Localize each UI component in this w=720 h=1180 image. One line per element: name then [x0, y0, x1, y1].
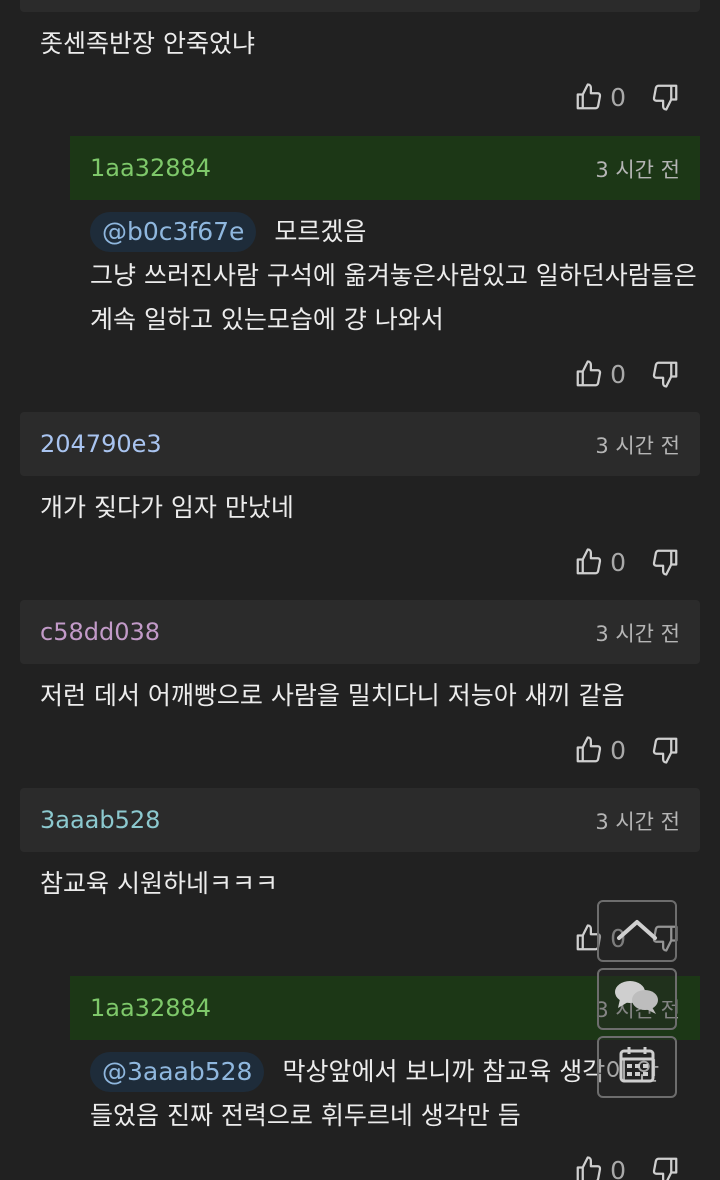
timestamp: 3 시간 전 [595, 810, 680, 834]
author-name[interactable]: 1aa32884 [90, 154, 211, 182]
comment-text-rest: 그냥 쓰러진사람 구석에 옮겨놓은사람있고 일하던사람들은 계속 일하고 있는모… [90, 261, 697, 334]
comment-text: @b0c3f67e 모르겠음 그냥 쓰러진사람 구석에 옮겨놓은사람있고 일하던사… [90, 210, 700, 342]
thumbs-up-icon[interactable] [574, 1155, 604, 1180]
vote-bar: 0 [574, 542, 680, 582]
vote-bar: 0 [574, 1150, 680, 1180]
calendar-button[interactable] [597, 1036, 677, 1098]
comment-text-rest: 들었음 진짜 전력으로 휘두르네 생각만 듬 [90, 1101, 521, 1130]
author-name[interactable]: 204790e3 [40, 430, 162, 458]
comments-button[interactable] [597, 968, 677, 1030]
like-count: 0 [610, 359, 626, 389]
thumbs-up-icon[interactable] [574, 547, 604, 577]
comment-text: 개가 짖다가 임자 만났네 [40, 493, 294, 522]
thumbs-down-icon[interactable] [650, 82, 680, 112]
thumbs-up-icon[interactable] [574, 735, 604, 765]
comment-header: c58dd038 3 시간 전 [20, 600, 700, 664]
timestamp: 3 시간 전 [595, 158, 680, 182]
author-name[interactable]: 3aaab528 [40, 806, 160, 834]
like-count: 0 [610, 82, 626, 112]
thumbs-down-icon[interactable] [650, 359, 680, 389]
comment-header: 204790e3 3 시간 전 [20, 412, 700, 476]
timestamp: 3 시간 전 [595, 434, 680, 458]
thumbs-up-icon[interactable] [574, 359, 604, 389]
thumbs-down-icon[interactable] [650, 547, 680, 577]
author-name[interactable]: 1aa32884 [90, 994, 211, 1022]
like-count: 0 [610, 1155, 626, 1180]
mention-tag[interactable]: @3aaab528 [90, 1052, 265, 1092]
like-count: 0 [610, 735, 626, 765]
vote-bar: 0 [574, 77, 680, 117]
comment-header: 3aaab528 3 시간 전 [20, 788, 700, 852]
comments-icon [612, 977, 662, 1021]
comment-text: 좃센족반장 안죽었냐 [40, 29, 255, 58]
timestamp: 3 시간 전 [595, 622, 680, 646]
mention-tag[interactable]: @b0c3f67e [90, 212, 257, 252]
scroll-top-icon [613, 914, 661, 948]
like-count: 0 [610, 547, 626, 577]
comment-header: 1aa32884 3 시간 전 [70, 136, 700, 200]
thumbs-up-icon[interactable] [574, 82, 604, 112]
thumbs-down-icon[interactable] [650, 1155, 680, 1180]
scroll-top-button[interactable] [597, 900, 677, 962]
previous-comment-header [20, 0, 700, 12]
vote-bar: 0 [574, 730, 680, 770]
comment-text: 저런 데서 어깨빵으로 사람을 밀치다니 저능아 새끼 같음 [40, 681, 625, 710]
author-name[interactable]: c58dd038 [40, 618, 160, 646]
calendar-icon [617, 1045, 657, 1089]
thumbs-down-icon[interactable] [650, 735, 680, 765]
comment-text-first: 모르겠음 [274, 217, 367, 246]
vote-bar: 0 [574, 354, 680, 394]
